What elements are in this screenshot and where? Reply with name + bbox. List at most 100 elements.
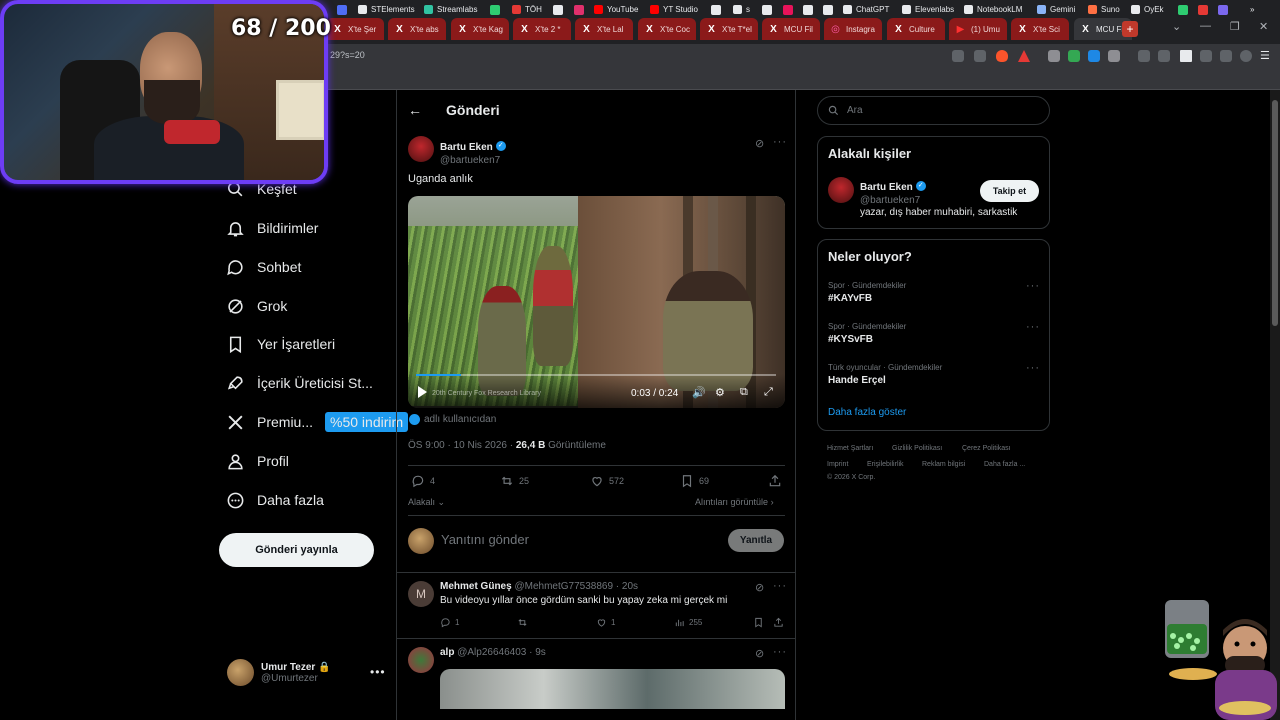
vpn-icon[interactable] <box>1240 50 1252 62</box>
repost-action[interactable]: 25 <box>500 474 529 488</box>
reply-more-icon[interactable]: ··· <box>773 580 787 592</box>
extension-icon[interactable] <box>1048 50 1060 62</box>
person-handle[interactable]: @bartueken7 <box>860 195 926 206</box>
author-avatar[interactable] <box>408 136 434 162</box>
share-icon[interactable] <box>974 50 986 62</box>
browser-tab[interactable]: X X'te abs <box>388 18 446 40</box>
media-icon[interactable] <box>1138 50 1150 62</box>
bookmark-item[interactable]: s <box>733 5 750 14</box>
browser-tab[interactable]: X X'te Sci <box>1011 18 1069 40</box>
reply-more-icon[interactable]: ··· <box>773 646 787 658</box>
reply-author-name[interactable]: Mehmet Güneş <box>440 581 512 592</box>
browser-tab[interactable]: X X'te Lal <box>575 18 633 40</box>
view-quotes-link[interactable]: Alıntıları görüntüle › <box>695 497 774 507</box>
reply-button[interactable]: Yanıtla <box>728 529 784 552</box>
reply-action[interactable]: 4 <box>411 474 435 488</box>
bookmark-favicon-icon[interactable] <box>553 5 563 15</box>
footer-link[interactable]: Erişilebilirlik <box>867 461 904 468</box>
browser-tab[interactable]: X X'te Şer <box>326 18 384 40</box>
bookmark-favicon-icon[interactable] <box>823 5 833 15</box>
account-switcher[interactable]: Umur Tezer 🔒 @Umurtezer <box>227 659 331 686</box>
author-name[interactable]: Bartu Eken <box>440 142 493 153</box>
browser-tab[interactable]: X X'te 2 * <box>513 18 571 40</box>
reading-list-icon[interactable] <box>1158 50 1170 62</box>
footer-link[interactable]: Imprint <box>827 461 848 468</box>
extension-icon[interactable] <box>1088 50 1100 62</box>
reply-item[interactable]: Mehmet Güneş @MehmetG77538869 · 20s Bu v… <box>440 581 727 606</box>
show-more-link[interactable]: Daha fazla göster <box>828 407 906 418</box>
bookmark-favicon-icon[interactable] <box>803 5 813 15</box>
back-arrow-icon[interactable]: ← <box>408 102 422 118</box>
person-avatar[interactable] <box>828 177 854 203</box>
wallet-icon[interactable] <box>1200 50 1212 62</box>
like-action[interactable]: 572 <box>590 474 624 488</box>
bookmark-favicon-icon[interactable] <box>1218 5 1228 15</box>
post-timestamp[interactable]: ÖS 9:00 · 10 Nis 2026 · <box>408 440 516 451</box>
reply-media-image[interactable] <box>440 669 785 709</box>
play-icon[interactable] <box>418 386 427 398</box>
close-window-icon[interactable]: ✕ <box>1259 20 1268 33</box>
trend-item[interactable]: Hande Erçel <box>828 375 886 386</box>
tab-search-icon[interactable]: ⌄ <box>1172 20 1181 33</box>
fullscreen-icon[interactable]: ⤢ <box>764 386 773 399</box>
bookmark-favicon-icon[interactable] <box>490 5 500 15</box>
extension-icon[interactable] <box>1068 50 1080 62</box>
trend-more-icon[interactable]: ··· <box>1026 280 1040 292</box>
browser-tab[interactable]: X MCU Fil <box>762 18 820 40</box>
post-button[interactable]: Gönderi yayınla <box>219 533 374 567</box>
menu-icon[interactable]: ☰ <box>1260 50 1272 62</box>
brave-rewards-icon[interactable] <box>1018 50 1030 62</box>
url-field[interactable]: 29?s=20 <box>330 50 365 60</box>
reply-author-handle[interactable]: @MehmetG77538869 <box>514 581 613 592</box>
bookmark-favicon-icon[interactable] <box>762 5 772 15</box>
browser-tab[interactable]: X X'te Kag <box>451 18 509 40</box>
bookmark-item[interactable]: TÖH <box>512 5 542 14</box>
puzzle-icon[interactable] <box>1108 50 1120 62</box>
follow-button[interactable]: Takip et <box>980 180 1039 202</box>
volume-icon[interactable]: 🔊 <box>692 386 706 399</box>
post-more-icon[interactable]: ··· <box>773 136 787 148</box>
new-tab-button[interactable]: + <box>1122 21 1138 37</box>
nav-item-bookmark[interactable]: Yer İşaretleri <box>226 331 335 357</box>
reply-item[interactable]: alp @Alp26646403 · 9s <box>440 647 546 658</box>
nav-item-rocket[interactable]: İçerik Üreticisi St... <box>226 370 373 396</box>
trend-more-icon[interactable]: ··· <box>1026 362 1040 374</box>
footer-link[interactable]: Çerez Politikası <box>962 445 1011 452</box>
video-player[interactable]: 20th Century Fox Research Library 0:03 /… <box>408 196 785 408</box>
bookmark-favicon-icon[interactable] <box>574 5 584 15</box>
browser-tab[interactable]: X Culture <box>887 18 945 40</box>
browser-tab[interactable]: ◎ Instagra <box>824 18 882 40</box>
bookmark-favicon-icon[interactable] <box>783 5 793 15</box>
browser-tab[interactable]: X X'te Coc <box>638 18 696 40</box>
footer-link[interactable]: Daha fazla ... <box>984 461 1025 468</box>
reply-views-action[interactable]: 255 <box>674 617 702 628</box>
reply-reply-action[interactable]: 1 <box>440 617 459 628</box>
nav-item-grok[interactable]: Grok <box>226 293 287 319</box>
reply-author-handle[interactable]: @Alp26646403 <box>457 647 526 658</box>
bookmark-favicon-icon[interactable] <box>1198 5 1208 15</box>
footer-link[interactable]: Reklam bilgisi <box>922 461 965 468</box>
cast-icon[interactable] <box>952 50 964 62</box>
reply-avatar[interactable] <box>408 647 434 673</box>
ai-icon[interactable] <box>1220 50 1232 62</box>
sidebar-icon[interactable] <box>1180 50 1192 62</box>
footer-link[interactable]: Gizlilik Politikası <box>892 445 942 452</box>
bookmark-item[interactable]: Streamlabs <box>424 5 477 14</box>
footer-link[interactable]: Hizmet Şartları <box>827 445 873 452</box>
reply-repost-action[interactable] <box>517 617 532 628</box>
bookmark-action[interactable]: 69 <box>680 474 709 488</box>
relevant-sort-dropdown[interactable]: Alakalı ⌄ <box>408 497 445 508</box>
scrollbar-thumb[interactable] <box>1272 100 1278 326</box>
browser-tab[interactable]: ▶ (1) Umu <box>949 18 1007 40</box>
share-action[interactable] <box>768 474 787 488</box>
account-more-icon[interactable]: ••• <box>370 665 386 679</box>
nav-item-person[interactable]: Profil <box>226 448 289 474</box>
source-attribution[interactable]: adlı kullanıcıdan <box>409 414 496 425</box>
reply-input[interactable]: Yanıtını gönder <box>441 532 529 547</box>
author-handle[interactable]: @bartueken7 <box>440 155 506 166</box>
minimize-icon[interactable]: — <box>1200 20 1211 32</box>
bookmark-item[interactable]: NotebookLM <box>964 5 1022 14</box>
reply-avatar[interactable]: M <box>408 581 434 607</box>
maximize-icon[interactable]: ❐ <box>1230 20 1240 33</box>
reply-like-action[interactable]: 1 <box>596 617 615 628</box>
